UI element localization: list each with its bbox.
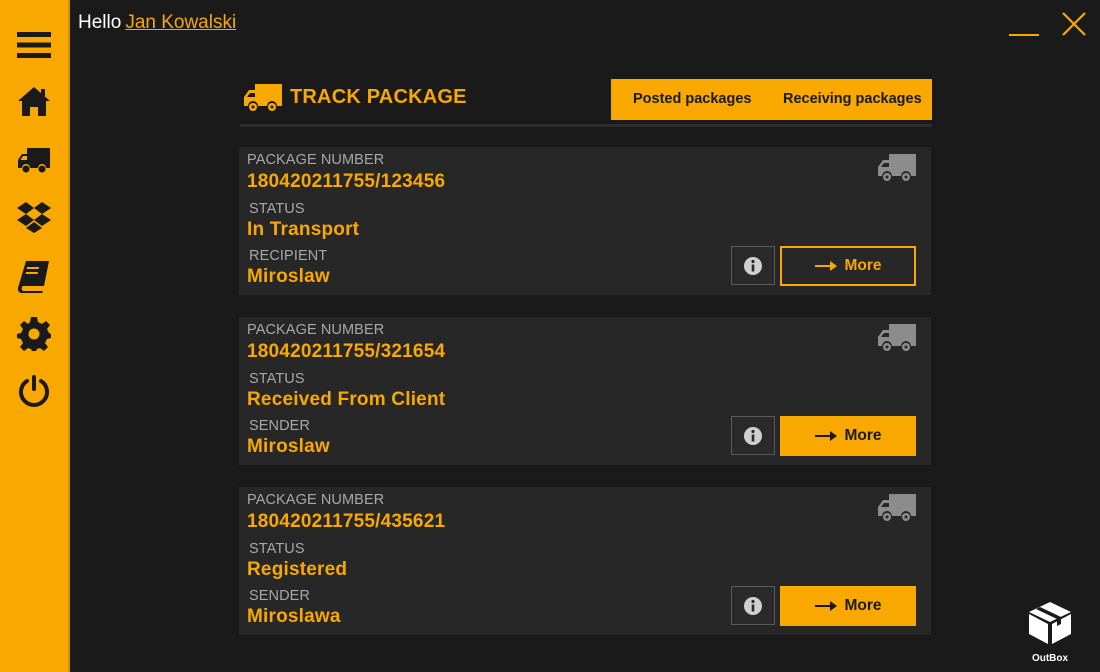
truck-icon xyxy=(876,490,918,526)
package-number: 180420211755/321654 xyxy=(247,341,446,362)
user-name-link[interactable]: Jan Kowalski xyxy=(125,12,236,33)
package-card: PACKAGE NUMBER 180420211755/123456 STATU… xyxy=(239,147,931,295)
status-value: Registered xyxy=(247,559,348,580)
package-card: PACKAGE NUMBER 180420211755/321654 STATU… xyxy=(239,317,931,465)
gear-icon[interactable] xyxy=(15,315,53,353)
status-label: STATUS xyxy=(249,201,305,217)
page-header: TRACK PACKAGE Posted packages Receiving … xyxy=(240,78,932,126)
package-card: PACKAGE NUMBER 180420211755/435621 STATU… xyxy=(239,487,931,635)
status-label: STATUS xyxy=(249,371,305,387)
package-number-label: PACKAGE NUMBER xyxy=(247,322,385,338)
arrow-right-icon xyxy=(815,261,838,271)
book-icon[interactable] xyxy=(15,257,53,295)
outbox-logo: OutBox xyxy=(1024,600,1076,664)
info-icon xyxy=(744,426,762,445)
package-number: 180420211755/123456 xyxy=(247,171,446,192)
arrow-right-icon xyxy=(815,431,838,441)
more-button-label: More xyxy=(844,427,882,444)
header-divider xyxy=(240,124,932,127)
tab-receiving-packages[interactable]: Receiving packages xyxy=(783,91,922,107)
truck-icon[interactable] xyxy=(15,141,53,179)
greeting: Hello Jan Kowalski xyxy=(78,12,236,34)
tab-posted-packages[interactable]: Posted packages xyxy=(633,91,751,107)
status-value: Received From Client xyxy=(247,389,446,410)
sidebar xyxy=(0,0,70,672)
sender-value: Miroslaw xyxy=(247,436,330,457)
sender-label: SENDER xyxy=(249,418,311,434)
dropbox-icon[interactable] xyxy=(15,198,53,236)
greeting-prefix: Hello xyxy=(78,12,122,33)
arrow-right-icon xyxy=(815,601,838,611)
recipient-value: Miroslaw xyxy=(247,266,330,287)
info-button[interactable] xyxy=(731,586,775,625)
home-icon[interactable] xyxy=(15,83,53,121)
more-button[interactable]: More xyxy=(780,246,916,286)
info-icon xyxy=(744,596,762,615)
info-icon xyxy=(744,256,762,275)
sender-value: Miroslawa xyxy=(247,606,341,627)
info-button[interactable] xyxy=(731,246,775,285)
truck-icon xyxy=(876,320,918,356)
status-value: In Transport xyxy=(247,219,360,240)
logo-text: OutBox xyxy=(1031,653,1069,664)
package-number: 180420211755/435621 xyxy=(247,511,446,532)
package-number-label: PACKAGE NUMBER xyxy=(247,152,385,168)
status-label: STATUS xyxy=(249,541,305,557)
more-button-label: More xyxy=(844,257,882,274)
recipient-label: RECIPIENT xyxy=(249,248,328,264)
more-button[interactable]: More xyxy=(780,586,916,626)
minimize-icon[interactable] xyxy=(1008,18,1040,38)
truck-icon xyxy=(876,150,918,186)
sender-label: SENDER xyxy=(249,588,311,604)
app-window: Hello Jan Kowalski TRACK PACKAGE Posted p… xyxy=(0,0,1100,672)
tab-bar: Posted packages Receiving packages xyxy=(611,79,932,120)
close-icon[interactable] xyxy=(1060,10,1088,38)
power-icon[interactable] xyxy=(15,372,53,410)
more-button[interactable]: More xyxy=(780,416,916,456)
truck-icon xyxy=(242,80,284,116)
package-number-label: PACKAGE NUMBER xyxy=(247,492,385,508)
page-title: TRACK PACKAGE xyxy=(290,86,467,108)
more-button-label: More xyxy=(844,597,882,614)
box-logo-icon xyxy=(1029,602,1071,644)
info-button[interactable] xyxy=(731,416,775,455)
menu-icon[interactable] xyxy=(15,26,53,64)
